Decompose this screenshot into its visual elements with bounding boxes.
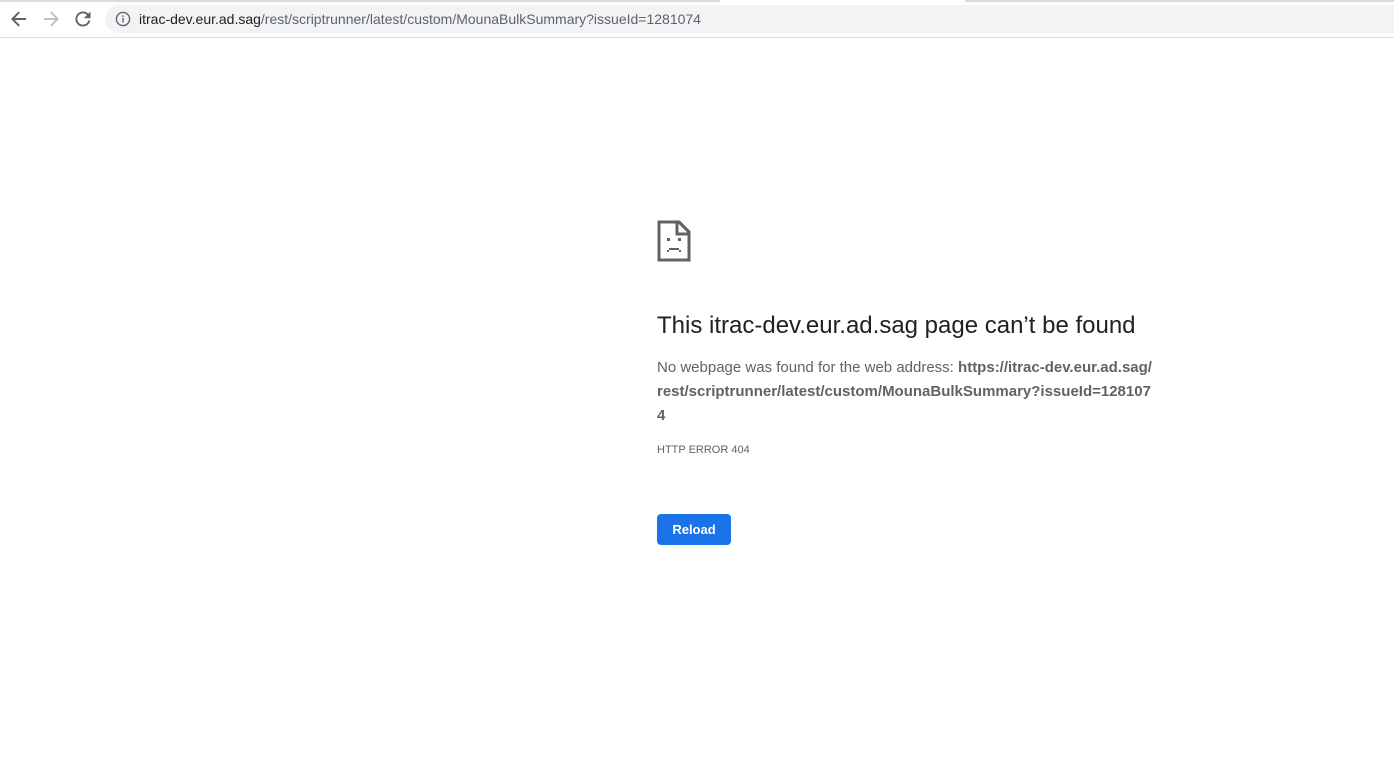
error-title: This itrac-dev.eur.ad.sag page can’t be … — [657, 312, 1136, 339]
forward-button[interactable] — [38, 6, 64, 32]
back-button[interactable] — [6, 6, 32, 32]
forward-arrow-icon — [44, 11, 59, 27]
back-arrow-icon — [11, 11, 26, 27]
tab-strip-edge — [965, 0, 1394, 2]
info-icon[interactable] — [115, 11, 131, 27]
reload-toolbar-button[interactable] — [70, 6, 96, 32]
address-bar[interactable]: itrac-dev.eur.ad.sag/rest/scriptrunner/l… — [105, 5, 1394, 33]
error-description-prefix: No webpage was found for the web address… — [657, 359, 959, 376]
url-path: /rest/scriptrunner/latest/custom/MounaBu… — [260, 11, 701, 27]
error-description: No webpage was found for the web address… — [657, 356, 1157, 428]
url-text[interactable]: itrac-dev.eur.ad.sag/rest/scriptrunner/l… — [139, 11, 701, 27]
url-host: itrac-dev.eur.ad.sag — [139, 11, 261, 27]
tab-strip-edge — [0, 0, 720, 2]
reload-icon — [75, 11, 91, 27]
sad-page-icon — [657, 220, 691, 262]
reload-button[interactable]: Reload — [657, 514, 731, 545]
error-code: HTTP ERROR 404 — [657, 444, 750, 456]
browser-toolbar: itrac-dev.eur.ad.sag/rest/scriptrunner/l… — [0, 0, 1394, 38]
